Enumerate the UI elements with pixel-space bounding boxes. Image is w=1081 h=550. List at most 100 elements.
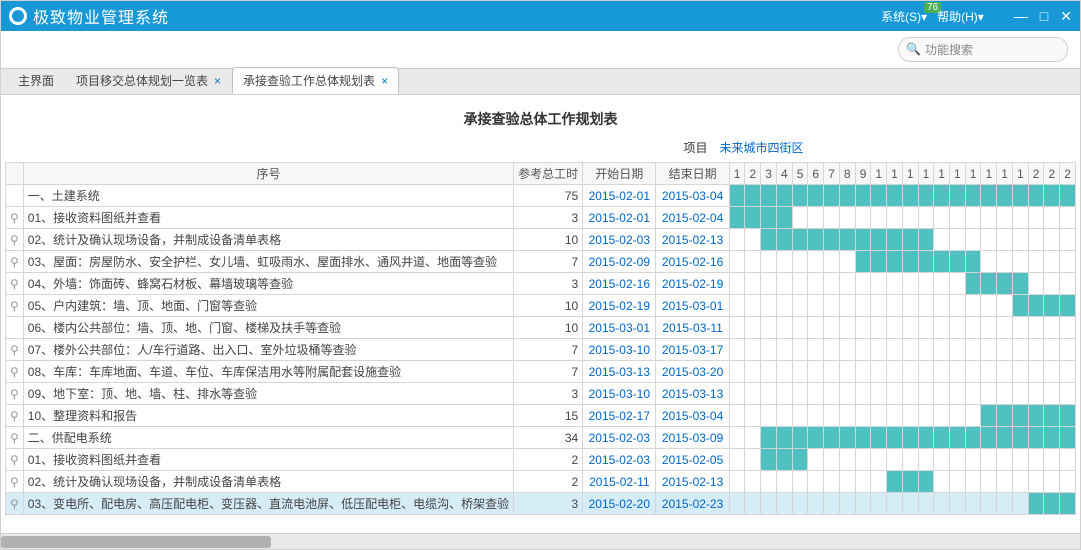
gantt-cell [808, 493, 824, 515]
cell-end: 2015-03-11 [656, 317, 729, 339]
gantt-cell [776, 207, 792, 229]
table-row[interactable]: ⚲01、接收资料图纸并查看32015-02-012015-02-04 [6, 207, 1076, 229]
table-row[interactable]: ⚲01、接收资料图纸并查看22015-02-032015-02-05 [6, 449, 1076, 471]
col-hours[interactable]: 参考总工时 [514, 163, 583, 185]
col-day[interactable]: 1 [950, 163, 966, 185]
gantt-cell [934, 207, 950, 229]
cell-start: 2015-02-03 [583, 449, 656, 471]
table-row[interactable]: ⚲02、统计及确认现场设备，并制成设备清单表格102015-02-032015-… [6, 229, 1076, 251]
tab-close-icon[interactable]: × [214, 74, 221, 88]
tab[interactable]: 项目移交总体规划一览表× [65, 67, 232, 94]
table-row[interactable]: ⚲03、屋面：房屋防水、安全护栏、女儿墙、虹吸雨水、屋面排水、通风井道、地面等查… [6, 251, 1076, 273]
col-day[interactable]: 2 [1060, 163, 1076, 185]
gantt-cell [745, 317, 761, 339]
col-day[interactable]: 1 [934, 163, 950, 185]
table-row[interactable]: ⚲二、供配电系统342015-02-032015-03-09 [6, 427, 1076, 449]
table-row[interactable]: ⚲05、户内建筑：墙、顶、地面、门窗等查验102015-02-192015-03… [6, 295, 1076, 317]
col-start[interactable]: 开始日期 [583, 163, 656, 185]
gantt-cell [745, 449, 761, 471]
row-anchor-icon: ⚲ [6, 295, 24, 317]
gantt-cell [824, 251, 840, 273]
minimize-icon[interactable]: — [1014, 8, 1028, 25]
cell-name: 一、土建系统 [23, 185, 513, 207]
table-row[interactable]: 06、楼内公共部位：墙、顶、地、门窗、楼梯及扶手等查验102015-03-012… [6, 317, 1076, 339]
gantt-cell [871, 251, 887, 273]
search-input[interactable]: 🔍 功能搜索 [898, 37, 1068, 62]
table-row[interactable]: ⚲03、变电所、配电房、高压配电柜、变压器、直流电池屏、低压配电柜、电缆沟、桥架… [6, 493, 1076, 515]
row-anchor-icon: ⚲ [6, 405, 24, 427]
col-day[interactable]: 1 [902, 163, 918, 185]
col-day[interactable]: 2 [1028, 163, 1044, 185]
gantt-cell [1060, 427, 1076, 449]
gantt-cell [745, 339, 761, 361]
gantt-cell [1028, 339, 1044, 361]
menu-system[interactable]: 系统(S)▾ 76 [881, 8, 927, 25]
col-day[interactable]: 1 [965, 163, 981, 185]
close-icon[interactable]: ✕ [1060, 8, 1072, 25]
table-row[interactable]: ⚲04、外墙：饰面砖、蜂窝石材板、幕墙玻璃等查验32015-02-162015-… [6, 273, 1076, 295]
tab[interactable]: 承接查验工作总体规划表× [232, 67, 399, 94]
gantt-cell [1012, 361, 1028, 383]
menu-help[interactable]: 帮助(H)▾ [937, 8, 984, 25]
gantt-cell [918, 273, 934, 295]
tab-close-icon[interactable]: × [381, 74, 388, 88]
gantt-cell [997, 273, 1013, 295]
col-day[interactable]: 1 [997, 163, 1013, 185]
table-row[interactable]: ⚲09、地下室：顶、地、墙、柱、排水等查验32015-03-102015-03-… [6, 383, 1076, 405]
gantt-cell [839, 493, 855, 515]
col-day[interactable]: 5 [792, 163, 808, 185]
row-anchor-icon: ⚲ [6, 339, 24, 361]
gantt-cell [965, 207, 981, 229]
gantt-cell [887, 383, 903, 405]
col-day[interactable]: 1 [729, 163, 745, 185]
col-day[interactable]: 6 [808, 163, 824, 185]
table-row[interactable]: ⚲08、车库：车库地面、车道、车位、车库保洁用水等附属配套设施查验72015-0… [6, 361, 1076, 383]
gantt-cell [792, 361, 808, 383]
gantt-cell [745, 471, 761, 493]
gantt-cell [761, 339, 777, 361]
col-day[interactable]: 1 [871, 163, 887, 185]
gantt-cell [1028, 361, 1044, 383]
maximize-icon[interactable]: □ [1040, 8, 1048, 25]
gantt-cell [997, 449, 1013, 471]
gantt-cell [1012, 251, 1028, 273]
gantt-cell [1044, 185, 1060, 207]
scrollbar-thumb[interactable] [1, 536, 271, 548]
project-value: 未来城市四街区 [720, 139, 804, 156]
table-row[interactable]: ⚲07、楼外公共部位：人/车行道路、出入口、室外垃圾桶等查验72015-03-1… [6, 339, 1076, 361]
col-day[interactable]: 1 [918, 163, 934, 185]
cell-end: 2015-02-19 [656, 273, 729, 295]
cell-hours: 75 [514, 185, 583, 207]
horizontal-scrollbar[interactable] [1, 533, 1080, 549]
col-day[interactable]: 7 [824, 163, 840, 185]
tab[interactable]: 主界面 [7, 67, 65, 94]
app-title: 极致物业管理系统 [33, 4, 169, 28]
col-day[interactable]: 2 [745, 163, 761, 185]
table-row[interactable]: ⚲10、整理资料和报告152015-02-172015-03-04 [6, 405, 1076, 427]
gantt-cell [981, 449, 997, 471]
gantt-cell [902, 273, 918, 295]
col-day[interactable]: 8 [839, 163, 855, 185]
col-day[interactable]: 4 [776, 163, 792, 185]
table-row[interactable]: ⚲02、统计及确认现场设备，并制成设备清单表格22015-02-112015-0… [6, 471, 1076, 493]
cell-start: 2015-03-13 [583, 361, 656, 383]
col-end[interactable]: 结束日期 [656, 163, 729, 185]
col-day[interactable]: 1 [981, 163, 997, 185]
table-row[interactable]: 一、土建系统752015-02-012015-03-04 [6, 185, 1076, 207]
gantt-cell [934, 295, 950, 317]
col-day[interactable]: 1 [887, 163, 903, 185]
gantt-cell [965, 229, 981, 251]
gantt-cell [997, 229, 1013, 251]
col-day[interactable]: 2 [1044, 163, 1060, 185]
gantt-cell [997, 207, 1013, 229]
col-day[interactable]: 1 [1012, 163, 1028, 185]
gantt-cell [997, 361, 1013, 383]
col-name[interactable]: 序号 [23, 163, 513, 185]
gantt-cell [871, 229, 887, 251]
gantt-cell [887, 229, 903, 251]
gantt-cell [965, 361, 981, 383]
cell-end: 2015-02-13 [656, 471, 729, 493]
gantt-cell [965, 185, 981, 207]
col-day[interactable]: 3 [761, 163, 777, 185]
col-day[interactable]: 9 [855, 163, 871, 185]
